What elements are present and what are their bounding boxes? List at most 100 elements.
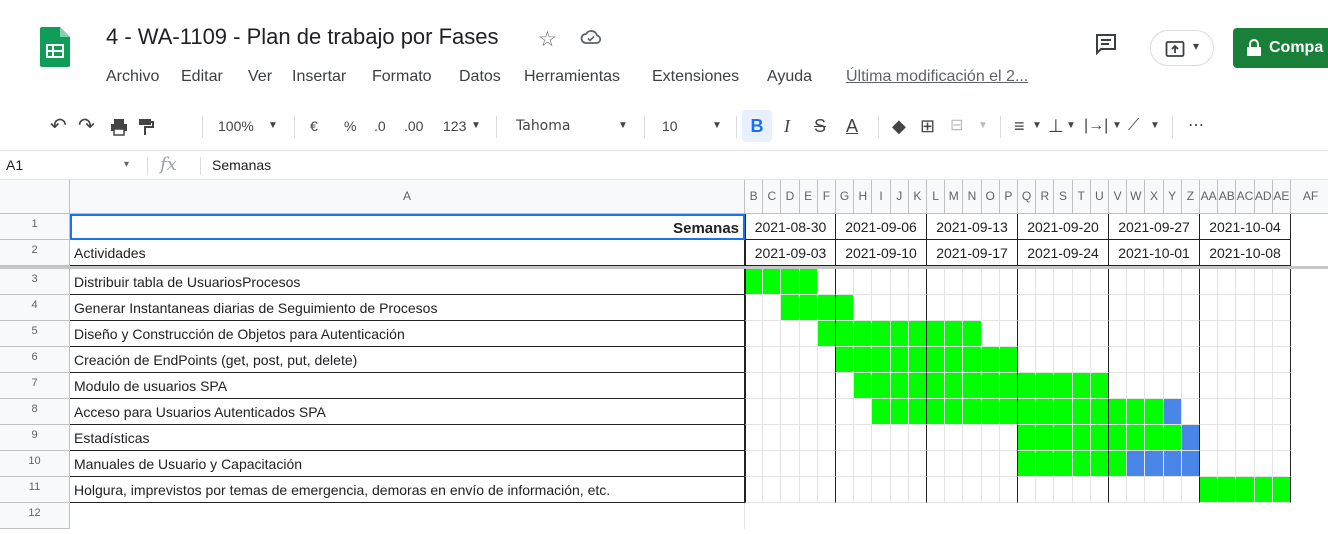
gantt-cell[interactable] <box>1072 477 1091 503</box>
gantt-cell[interactable] <box>1072 321 1091 347</box>
gantt-cell[interactable] <box>981 321 1000 347</box>
gantt-cell[interactable] <box>927 477 946 503</box>
gantt-cell[interactable] <box>963 451 982 477</box>
gantt-cell[interactable] <box>817 477 836 503</box>
column-header[interactable]: AD <box>1254 180 1273 214</box>
gantt-cell[interactable] <box>1054 347 1073 373</box>
gantt-cell[interactable] <box>745 347 764 373</box>
week-date-cell[interactable]: 2021-10-04 <box>1200 214 1291 240</box>
number-format-button[interactable]: 123 <box>443 102 466 150</box>
present-button[interactable]: ▾ <box>1150 30 1214 66</box>
gantt-cell[interactable] <box>817 373 836 399</box>
gantt-cell[interactable] <box>1018 269 1037 295</box>
gantt-cell[interactable] <box>981 269 1000 295</box>
gantt-cell[interactable] <box>799 399 818 425</box>
gantt-cell[interactable] <box>745 477 764 503</box>
column-header[interactable]: Z <box>1181 180 1200 214</box>
gantt-cell[interactable] <box>1054 269 1073 295</box>
column-header[interactable]: E <box>799 180 818 214</box>
week-date-cell[interactable]: 2021-09-20 <box>1018 214 1109 240</box>
document-title[interactable]: 4 - WA-1109 - Plan de trabajo por Fases <box>106 24 499 50</box>
gantt-cell-done[interactable] <box>1036 425 1055 451</box>
gantt-cell[interactable] <box>1200 425 1219 451</box>
gantt-cell-done[interactable] <box>963 373 982 399</box>
gantt-cell[interactable] <box>1200 321 1219 347</box>
column-header[interactable]: L <box>927 180 946 214</box>
gantt-cell[interactable] <box>763 373 782 399</box>
text-rotate-icon[interactable]: ⟋ <box>1128 102 1139 150</box>
gantt-cell[interactable] <box>890 425 909 451</box>
gantt-cell-done[interactable] <box>981 399 1000 425</box>
gantt-cell[interactable] <box>836 477 855 503</box>
gantt-cell[interactable] <box>799 373 818 399</box>
gantt-cell[interactable] <box>1163 477 1182 503</box>
gantt-cell[interactable] <box>999 451 1018 477</box>
borders-icon[interactable]: ⊞ <box>920 102 935 150</box>
gantt-cell[interactable] <box>1072 295 1091 321</box>
gantt-cell-done[interactable] <box>890 347 909 373</box>
column-header[interactable]: T <box>1072 180 1091 214</box>
rotate-dropdown-icon[interactable]: ▼ <box>1150 102 1160 150</box>
font-family-dropdown-icon[interactable]: ▼ <box>618 102 628 150</box>
gantt-cell[interactable] <box>781 347 800 373</box>
column-header[interactable]: AB <box>1218 180 1237 214</box>
gantt-cell[interactable] <box>1272 451 1291 477</box>
gantt-cell[interactable] <box>1218 425 1237 451</box>
gantt-cell-done[interactable] <box>1054 425 1073 451</box>
gantt-cell-done[interactable] <box>781 295 800 321</box>
gantt-cell[interactable] <box>963 269 982 295</box>
column-header[interactable]: K <box>908 180 927 214</box>
gantt-cell[interactable] <box>1254 347 1273 373</box>
gantt-cell[interactable] <box>1218 269 1237 295</box>
sheets-logo[interactable] <box>40 27 70 67</box>
gantt-cell[interactable] <box>781 477 800 503</box>
gantt-cell[interactable] <box>763 399 782 425</box>
column-header[interactable]: AE <box>1272 180 1291 214</box>
gantt-cell-done[interactable] <box>799 269 818 295</box>
gantt-cell[interactable] <box>1109 269 1128 295</box>
gantt-cell-done[interactable] <box>1127 425 1146 451</box>
gantt-cell[interactable] <box>1018 477 1037 503</box>
week-date-cell[interactable]: 2021-09-17 <box>927 240 1018 266</box>
gantt-cell-done[interactable] <box>999 373 1018 399</box>
gantt-cell[interactable] <box>1109 295 1128 321</box>
gantt-cell-done[interactable] <box>890 399 909 425</box>
gantt-cell[interactable] <box>1036 269 1055 295</box>
row-header[interactable]: 4 <box>0 295 70 321</box>
gantt-cell[interactable] <box>981 295 1000 321</box>
column-header[interactable]: AF <box>1291 180 1328 214</box>
gantt-cell-done[interactable] <box>999 399 1018 425</box>
formula-input[interactable]: Semanas <box>212 157 271 173</box>
gantt-cell[interactable] <box>1272 425 1291 451</box>
activity-name[interactable]: Manuales de Usuario y Capacitación <box>70 451 745 477</box>
gantt-cell[interactable] <box>745 425 764 451</box>
cloud-saved-icon[interactable] <box>580 28 602 51</box>
wrap-dropdown-icon[interactable]: ▼ <box>1112 102 1122 150</box>
select-all-corner[interactable] <box>0 180 70 214</box>
row-header[interactable]: 11 <box>0 477 70 503</box>
row-header[interactable]: 7 <box>0 373 70 399</box>
gantt-cell[interactable] <box>836 269 855 295</box>
gantt-cell[interactable] <box>1036 347 1055 373</box>
gantt-cell[interactable] <box>1272 321 1291 347</box>
gantt-cell[interactable] <box>1090 347 1109 373</box>
gantt-cell[interactable] <box>854 425 873 451</box>
gantt-cell[interactable] <box>1127 477 1146 503</box>
gantt-cell[interactable] <box>1145 269 1164 295</box>
gantt-cell[interactable] <box>1254 399 1273 425</box>
gantt-cell[interactable] <box>1127 269 1146 295</box>
gantt-cell[interactable] <box>836 451 855 477</box>
gantt-cell[interactable] <box>854 399 873 425</box>
gantt-cell-done[interactable] <box>1036 451 1055 477</box>
row-header[interactable]: 8 <box>0 399 70 425</box>
menu-ayuda[interactable]: Ayuda <box>767 68 812 86</box>
menu-editar[interactable]: Editar <box>181 68 223 86</box>
font-size-dropdown-icon[interactable]: ▼ <box>712 102 722 150</box>
gantt-cell-done[interactable] <box>1072 425 1091 451</box>
gantt-cell[interactable] <box>1018 321 1037 347</box>
gantt-cell[interactable] <box>1163 347 1182 373</box>
gantt-cell[interactable] <box>1036 477 1055 503</box>
column-header[interactable]: N <box>963 180 982 214</box>
menu-ver[interactable]: Ver <box>248 68 272 86</box>
gantt-cell-done[interactable] <box>1145 399 1164 425</box>
